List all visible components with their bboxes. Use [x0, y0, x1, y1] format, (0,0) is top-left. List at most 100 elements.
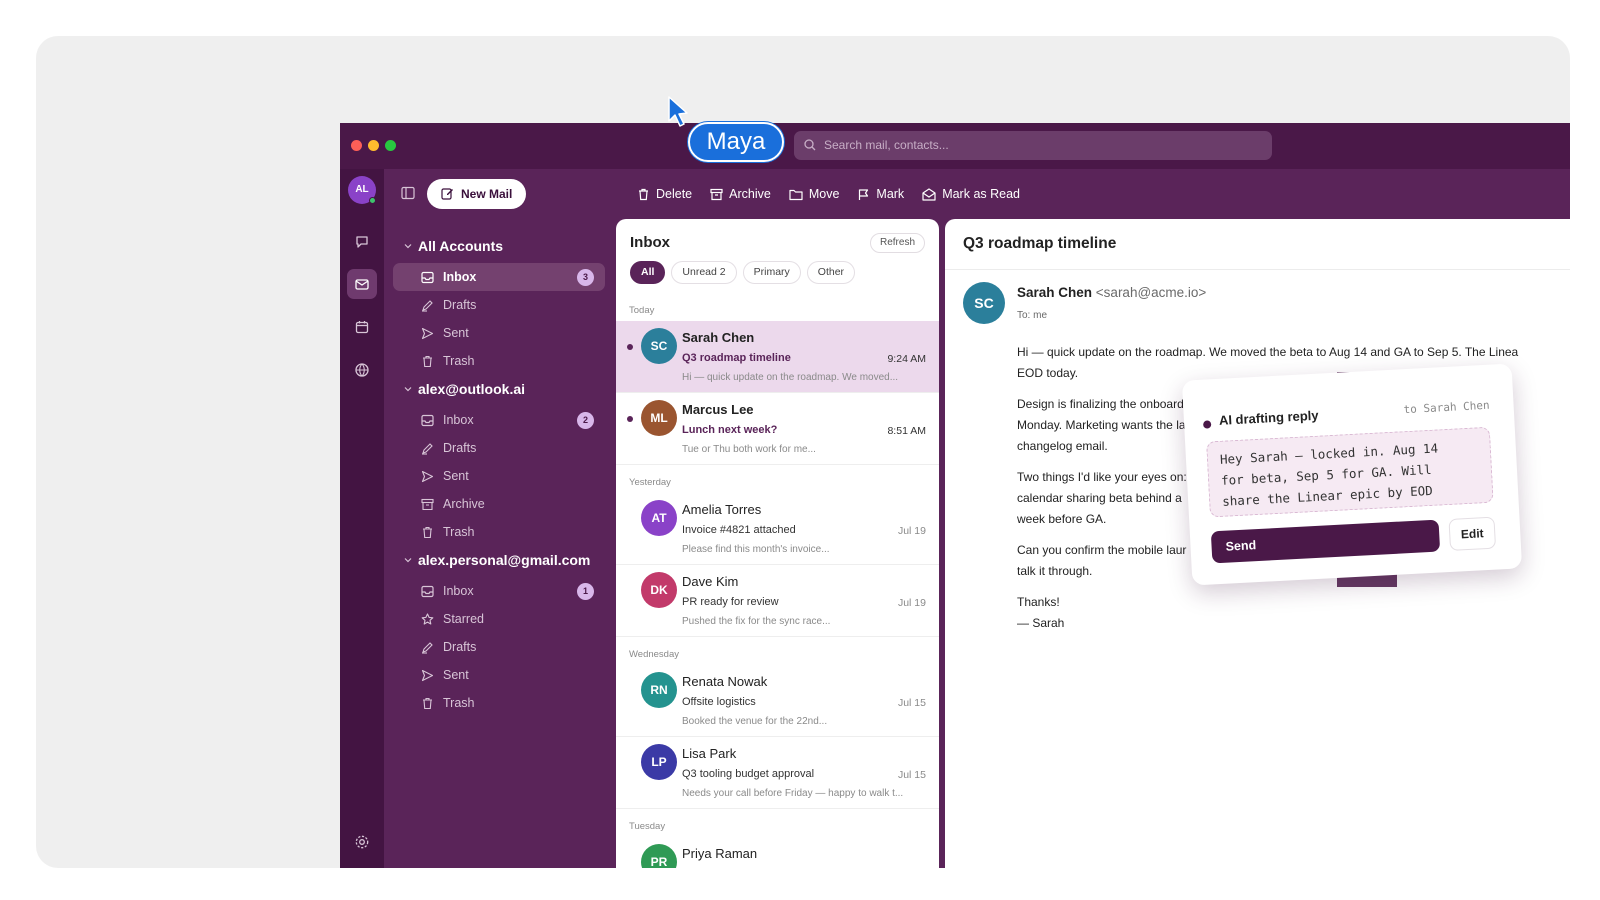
folder-label: Drafts	[443, 298, 477, 312]
sender-name: Sarah Chen	[682, 330, 755, 345]
online-status-dot	[369, 197, 376, 204]
search-icon	[804, 139, 816, 151]
filter-chip-all[interactable]: All	[630, 261, 666, 284]
subject: Invoice #4821 attached	[682, 524, 796, 536]
sender-avatar: SC	[963, 282, 1005, 324]
preview: Needs your call before Friday — happy to…	[682, 788, 904, 799]
account-all-accounts[interactable]: All Accounts	[404, 235, 503, 257]
refresh-button[interactable]: Refresh	[870, 233, 925, 253]
rail-globe-button[interactable]	[347, 355, 377, 385]
time: Jul 19	[897, 525, 926, 537]
unread-dot	[627, 344, 633, 350]
preview: Pushed the fix for the sync race...	[682, 616, 831, 627]
mark-button[interactable]: Mark	[857, 187, 904, 201]
trash-icon	[639, 188, 648, 200]
section-label: Yesterday	[629, 477, 671, 488]
pen-icon	[422, 443, 433, 455]
inbox-icon	[421, 271, 434, 284]
mail-icon	[355, 279, 369, 290]
folder-outlook-drafts[interactable]: Drafts	[393, 434, 605, 462]
account-outlook[interactable]: alex@outlook.ai	[404, 378, 525, 400]
delete-button[interactable]: Delete	[637, 187, 692, 201]
rail-chat-button[interactable]	[347, 227, 377, 257]
send-button[interactable]: Send	[1210, 519, 1441, 564]
folder-label: Inbox	[443, 270, 477, 284]
ai-panel-recipient: to Sarah Chen	[1403, 398, 1490, 417]
archive-button[interactable]: Archive	[710, 187, 771, 201]
folder-label: Inbox	[443, 584, 474, 598]
minimize-window-button[interactable]	[368, 140, 379, 151]
close-window-button[interactable]	[351, 140, 362, 151]
mark-as-read-button[interactable]: Mark as Read	[922, 187, 1020, 201]
message-row[interactable]: DK Dave Kim PR ready for review Jul 19 P…	[616, 565, 939, 637]
folder-all-inbox[interactable]: Inbox 3	[393, 263, 605, 291]
folder-gmail-sent[interactable]: Sent	[393, 661, 605, 689]
maximize-window-button[interactable]	[385, 140, 396, 151]
folder-label: Inbox	[443, 413, 474, 427]
search-input[interactable]: Search mail, contacts...	[794, 131, 1272, 160]
folder-all-sent[interactable]: Sent	[393, 319, 605, 347]
avatar: SC	[641, 328, 677, 364]
sender-name: Lisa Park	[682, 746, 737, 761]
folder-label: Drafts	[443, 640, 477, 654]
body-line: Hi — quick update on the roadmap. We mov…	[1017, 345, 1519, 359]
edit-button[interactable]: Edit	[1448, 516, 1497, 551]
folder-gmail-drafts[interactable]: Drafts	[393, 633, 605, 661]
divider	[945, 269, 1570, 270]
subject: Q3 tooling budget approval	[682, 768, 815, 780]
globe-icon	[355, 363, 369, 377]
archive-icon	[421, 498, 434, 511]
subject: Lunch next week?	[682, 424, 778, 436]
sidebar-toggle-icon[interactable]	[401, 186, 415, 200]
filter-chip-primary[interactable]: Primary	[742, 261, 801, 284]
folder-label: Sent	[443, 326, 469, 340]
unread-badge: 1	[577, 583, 594, 600]
folder-all-trash[interactable]: Trash	[393, 347, 605, 375]
open-envelope-icon	[922, 187, 936, 201]
body-line: Can you confirm the mobile laur	[1017, 543, 1187, 557]
archive-icon	[710, 188, 723, 200]
rail-mail-button[interactable]	[347, 269, 377, 299]
folder-gmail-inbox[interactable]: Inbox 1	[393, 577, 605, 605]
folder-label: Trash	[443, 525, 475, 539]
inbox-icon	[421, 414, 434, 427]
message-row[interactable]: ML Marcus Lee Lunch next week? 8:51 AM T…	[616, 393, 939, 465]
message-row[interactable]: AT Amelia Torres Invoice #4821 attached …	[616, 493, 939, 565]
search-placeholder: Search mail, contacts...	[824, 138, 949, 152]
account-gmail[interactable]: alex.personal@gmail.com	[404, 549, 590, 571]
folder-label: Drafts	[443, 441, 477, 455]
filter-chip-other[interactable]: Other	[806, 261, 856, 284]
compose-icon	[441, 188, 453, 200]
rail-calendar-button[interactable]	[347, 312, 377, 342]
sender-name: Renata Nowak	[682, 674, 768, 689]
section-label: Wednesday	[629, 649, 679, 660]
body-line: Two things I'd like your eyes on:	[1017, 470, 1187, 484]
ai-draft-panel: AI drafting reply to Sarah Chen Hey Sara…	[1181, 363, 1523, 586]
message-row[interactable]: LP Lisa Park Q3 tooling budget approval …	[616, 737, 939, 809]
folder-icon	[789, 189, 803, 200]
filter-chip-unread[interactable]: Unread 2	[671, 261, 737, 284]
message-row[interactable]: SC Sarah Chen Q3 roadmap timeline 9:24 A…	[616, 321, 939, 393]
move-button[interactable]: Move	[789, 187, 839, 201]
subject: PR ready for review	[682, 596, 779, 608]
folder-outlook-archive[interactable]: Archive	[393, 490, 605, 518]
gear-icon	[355, 835, 369, 849]
delete-label: Delete	[656, 187, 693, 201]
rail-settings-button[interactable]	[347, 827, 377, 857]
folder-outlook-trash[interactable]: Trash	[393, 518, 605, 546]
folder-gmail-trash[interactable]: Trash	[393, 689, 605, 717]
folder-label: Sent	[443, 668, 469, 682]
draft-text[interactable]: Hey Sarah — locked in. Aug 14 for beta, …	[1206, 426, 1494, 518]
sender-name: Dave Kim	[682, 574, 739, 589]
sender-email[interactable]: <sarah@acme.io>	[1096, 285, 1207, 300]
folder-all-drafts[interactable]: Drafts	[393, 291, 605, 319]
app-rail: AL	[340, 169, 384, 868]
message-row[interactable]: PR Priya Raman	[616, 837, 939, 868]
section-label: Today	[629, 305, 655, 316]
folder-gmail-starred[interactable]: Starred	[393, 605, 605, 633]
time: 8:51 AM	[887, 425, 926, 437]
message-row[interactable]: RN Renata Nowak Offsite logistics Jul 15…	[616, 665, 939, 737]
folder-outlook-inbox[interactable]: Inbox 2	[393, 406, 605, 434]
new-mail-button[interactable]: New Mail	[427, 179, 526, 209]
folder-outlook-sent[interactable]: Sent	[393, 462, 605, 490]
